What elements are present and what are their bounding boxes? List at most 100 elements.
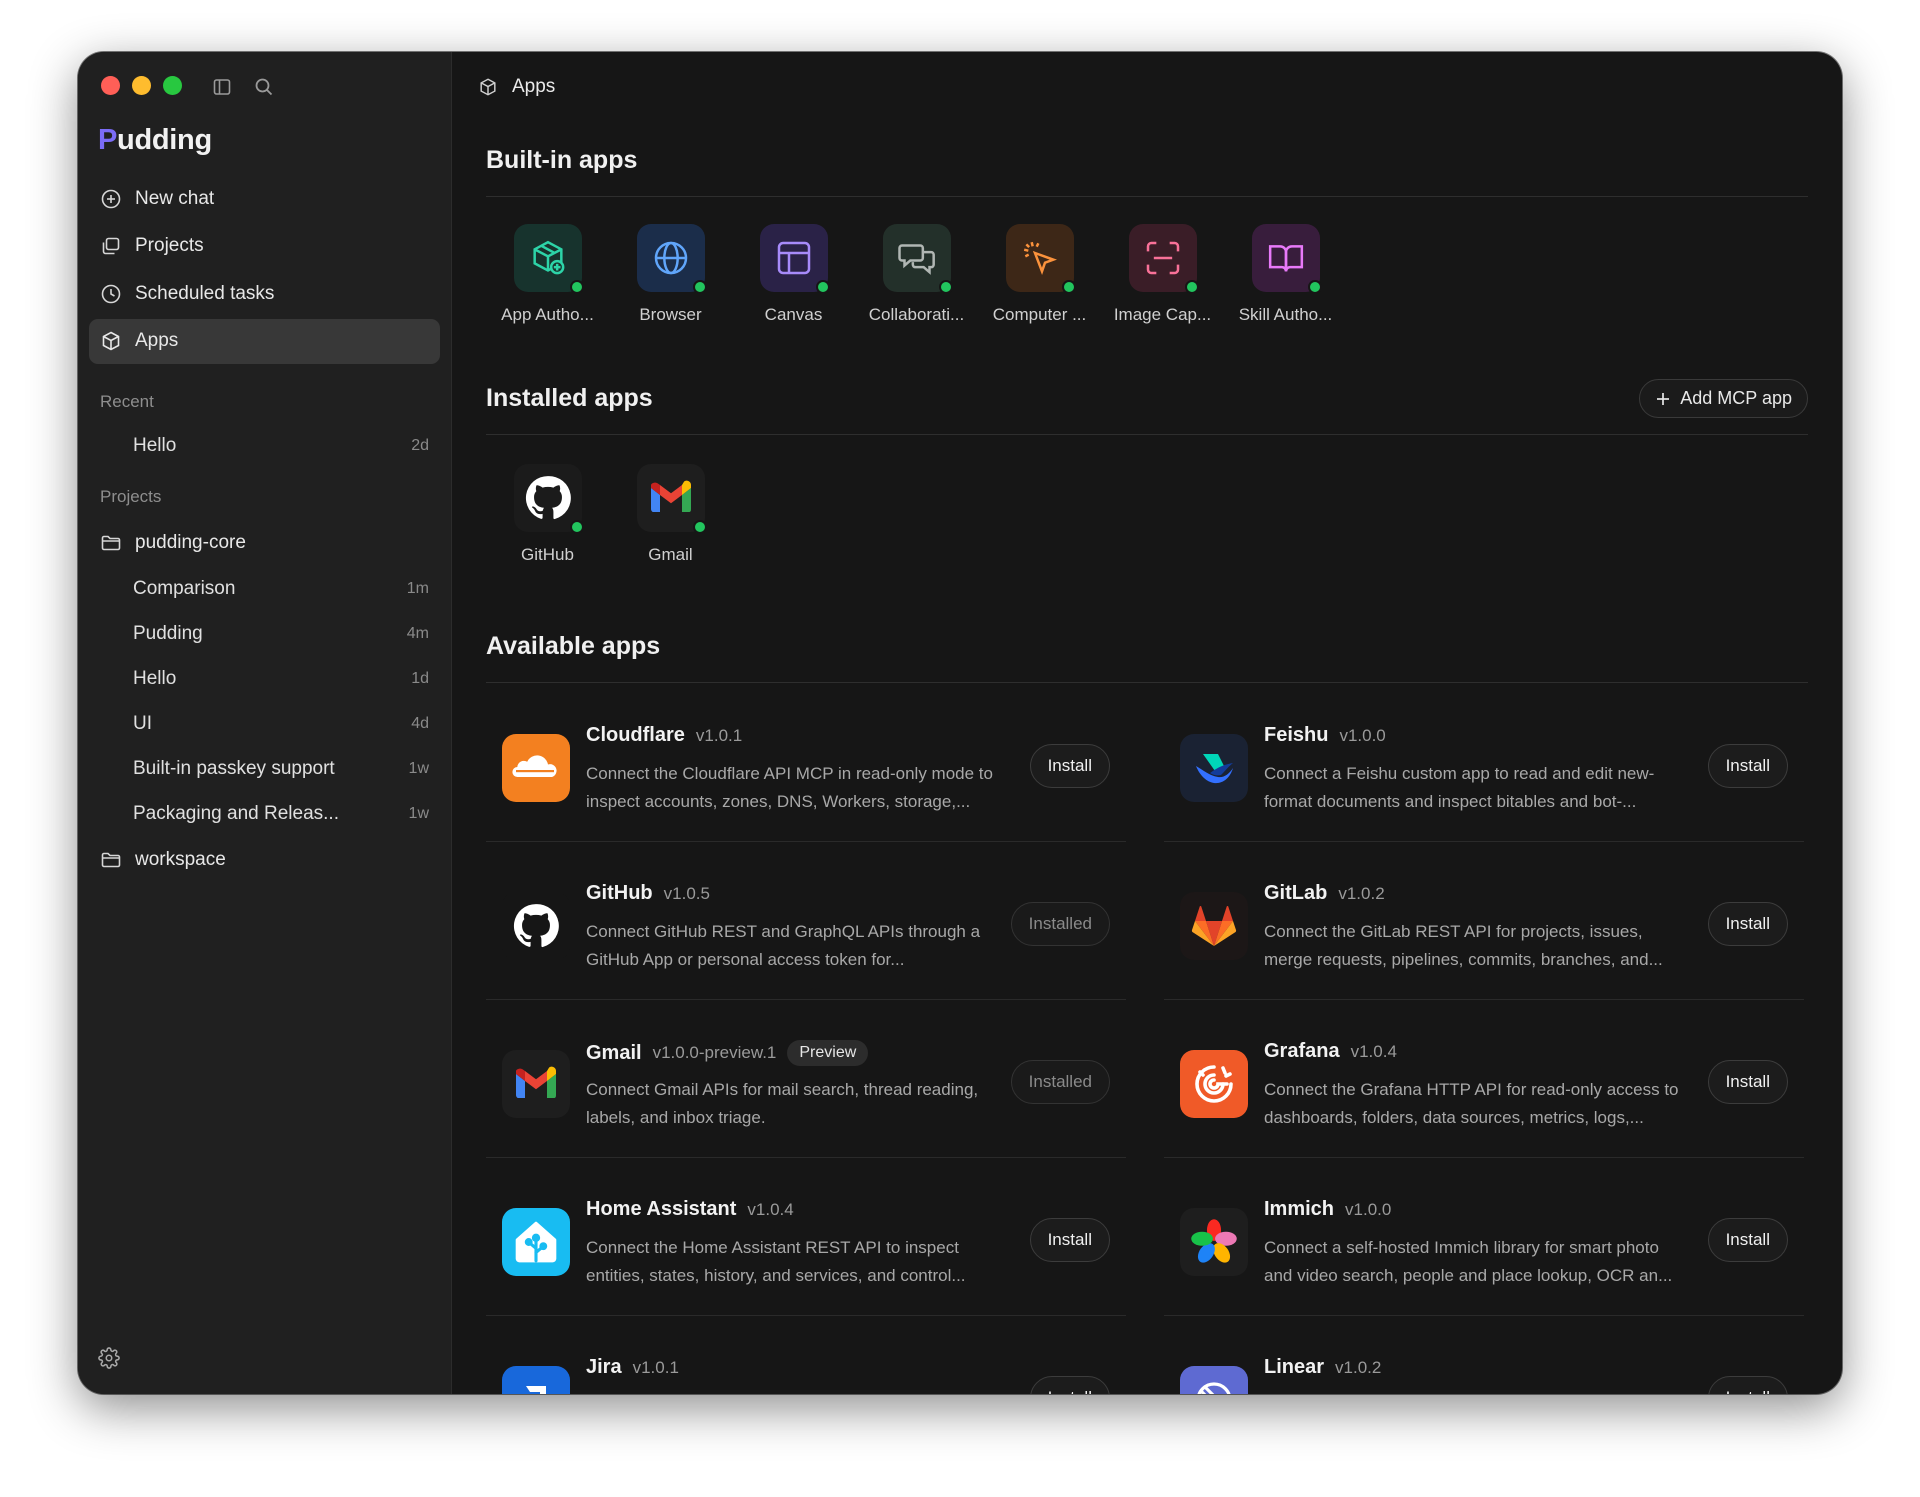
- installed-app-tile[interactable]: GitHub: [486, 464, 609, 565]
- app-logo: [502, 734, 570, 802]
- builtin-apps-row: App Autho... Browser Canvas Collaborati.…: [486, 224, 1347, 325]
- app-card-home-assistant[interactable]: Home Assistant v1.0.4 Connect the Home A…: [486, 1158, 1126, 1316]
- projects-heading: Projects: [100, 487, 162, 506]
- app-card-feishu[interactable]: Feishu v1.0.0 Connect a Feishu custom ap…: [1164, 684, 1804, 842]
- feishu-icon: [1196, 754, 1233, 784]
- builtin-app-tile[interactable]: Canvas: [732, 224, 855, 325]
- gitlab-icon: [1191, 906, 1237, 946]
- app-card-description: Connect a self-hosted Immich library for…: [1264, 1238, 1673, 1285]
- install-button[interactable]: Install: [1707, 744, 1788, 788]
- installed-app-tile[interactable]: Gmail: [609, 464, 732, 565]
- chat-label: Comparison: [133, 578, 236, 599]
- app-card-description: Connect a Feishu custom app to read and …: [1264, 764, 1655, 811]
- app-card-gitlab[interactable]: GitLab v1.0.2 Connect the GitLab REST AP…: [1164, 842, 1804, 1000]
- sidebar: Pudding New chat Projects Scheduled task…: [78, 52, 452, 1394]
- app-card-description: Connect GitHub REST and GraphQL APIs thr…: [586, 922, 981, 969]
- install-button[interactable]: Install: [1029, 1218, 1110, 1262]
- install-button[interactable]: Install: [1029, 1376, 1110, 1394]
- installed-button[interactable]: Installed: [1010, 1060, 1110, 1104]
- gear-icon: [98, 1347, 120, 1369]
- divider: [486, 434, 1808, 435]
- app-logo: [1180, 734, 1248, 802]
- project-folder-workspace[interactable]: workspace: [89, 840, 440, 880]
- builtin-app-tile[interactable]: App Autho...: [486, 224, 609, 325]
- app-card-name: Jira: [586, 1356, 622, 1378]
- builtin-app-tile[interactable]: Collaborati...: [855, 224, 978, 325]
- app-name: Gmail: [648, 545, 693, 564]
- cloudflare-icon: [512, 755, 557, 778]
- project-folder-pudding-core[interactable]: pudding-core: [89, 523, 440, 563]
- app-title-line: GitHub v1.0.5: [586, 882, 710, 905]
- window-controls: [101, 76, 182, 95]
- app-card-description: Connect the GitLab REST API for projects…: [1264, 922, 1663, 969]
- active-status-dot: [1307, 280, 1322, 294]
- app-card-name: Grafana: [1264, 1040, 1340, 1062]
- app-card-description: Connect the Grafana HTTP API for read-on…: [1264, 1080, 1679, 1127]
- app-card-version: v1.0.1: [632, 1357, 679, 1377]
- project-chat-item[interactable]: Hello 1d: [89, 659, 440, 699]
- app-card-gmail[interactable]: Gmail v1.0.0-preview.1 Preview Connect G…: [486, 1000, 1126, 1158]
- builtin-app-tile[interactable]: Browser: [609, 224, 732, 325]
- gmail-icon: [516, 1066, 556, 1098]
- nav-scheduled-tasks[interactable]: Scheduled tasks: [89, 271, 440, 316]
- install-button[interactable]: Install: [1707, 1060, 1788, 1104]
- app-name: App Autho...: [501, 305, 594, 324]
- app-logo: [502, 1208, 570, 1276]
- app-title-line: Feishu v1.0.0: [1264, 724, 1386, 747]
- toggle-sidebar-button[interactable]: [210, 75, 234, 99]
- nav-projects[interactable]: Projects: [89, 224, 440, 269]
- active-status-dot: [938, 280, 953, 294]
- chat-label: Packaging and Releas...: [133, 803, 339, 824]
- app-card-immich[interactable]: Immich v1.0.0 Connect a self-hosted Immi…: [1164, 1158, 1804, 1316]
- chat-age: 4d: [411, 715, 429, 732]
- app-title-line: Immich v1.0.0: [1264, 1198, 1391, 1221]
- project-chat-item[interactable]: Pudding 4m: [89, 614, 440, 654]
- app-card-cloudflare[interactable]: Cloudflare v1.0.1 Connect the Cloudflare…: [486, 684, 1126, 842]
- folder-icon: [101, 852, 121, 868]
- available-apps-heading: Available apps: [486, 632, 661, 660]
- app-card-name: Linear: [1264, 1356, 1325, 1378]
- nav-new-chat[interactable]: New chat: [89, 176, 440, 221]
- preview-badge: Preview: [787, 1040, 869, 1066]
- app-card-github[interactable]: GitHub v1.0.5 Connect GitHub REST and Gr…: [486, 842, 1126, 1000]
- app-logo: [1180, 1366, 1248, 1394]
- close-window-button[interactable]: [101, 76, 120, 95]
- linear-icon: [1197, 1382, 1231, 1394]
- builtin-app-tile[interactable]: Skill Autho...: [1224, 224, 1347, 325]
- app-name: Canvas: [764, 305, 823, 324]
- search-button[interactable]: [252, 75, 276, 99]
- builtin-app-tile[interactable]: Computer ...: [978, 224, 1101, 325]
- project-chat-item[interactable]: UI 4d: [89, 704, 440, 744]
- cursor-click-icon: [1023, 241, 1057, 275]
- recent-item[interactable]: Hello 2d: [89, 426, 440, 466]
- project-chat-item[interactable]: Built-in passkey support 1w: [89, 749, 440, 789]
- add-mcp-app-button[interactable]: Add MCP app: [1639, 379, 1808, 418]
- chat-label: UI: [133, 713, 152, 734]
- page-header: Apps: [478, 72, 555, 102]
- nav-apps[interactable]: Apps: [89, 318, 440, 364]
- chat-label: Pudding: [133, 623, 203, 644]
- brand-logo: Pudding: [98, 124, 212, 157]
- zoom-window-button[interactable]: [163, 76, 182, 95]
- settings-button[interactable]: [98, 1347, 120, 1374]
- sidebar-nav: New chat Projects Scheduled tasks Apps: [89, 176, 440, 366]
- install-button[interactable]: Install: [1029, 744, 1110, 788]
- nav-label: Projects: [135, 235, 204, 256]
- project-chat-item[interactable]: Packaging and Releas... 1w: [89, 794, 440, 834]
- installed-button[interactable]: Installed: [1010, 902, 1110, 946]
- minimize-window-button[interactable]: [132, 76, 151, 95]
- plus-icon: [1657, 392, 1670, 405]
- chat-age: 1m: [406, 580, 429, 597]
- install-button[interactable]: Install: [1707, 1218, 1788, 1262]
- app-card-linear[interactable]: Linear v1.0.2 Install: [1164, 1316, 1804, 1394]
- builtin-app-tile[interactable]: Image Cap...: [1101, 224, 1224, 325]
- app-card-version: v1.0.0-preview.1: [652, 1043, 777, 1062]
- install-button[interactable]: Install: [1707, 1376, 1788, 1394]
- active-status-dot: [692, 280, 707, 294]
- app-card-version: v1.0.4: [1350, 1041, 1397, 1061]
- project-chat-item[interactable]: Comparison 1m: [89, 569, 440, 609]
- install-button[interactable]: Install: [1707, 902, 1788, 946]
- chat-label: Built-in passkey support: [133, 758, 335, 779]
- app-card-grafana[interactable]: Grafana v1.0.4 Connect the Grafana HTTP …: [1164, 1000, 1804, 1158]
- app-card-jira[interactable]: Jira v1.0.1 Install: [486, 1316, 1126, 1394]
